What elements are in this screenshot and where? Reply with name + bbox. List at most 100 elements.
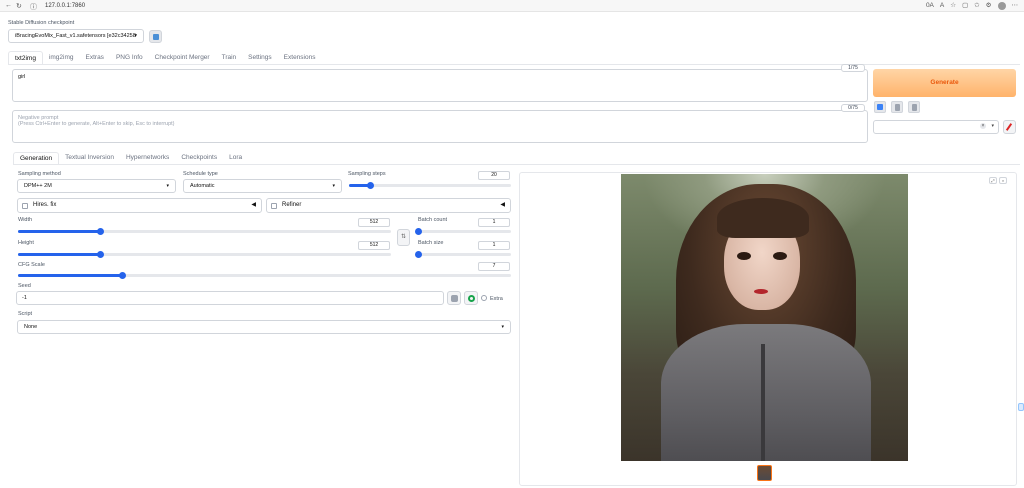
split-screen-icon[interactable]: ▢ <box>962 1 968 11</box>
generated-image[interactable] <box>621 174 908 461</box>
schedule-type-label: Schedule type <box>183 171 218 177</box>
batch-size-input[interactable]: 1 <box>478 241 510 250</box>
slider-knob[interactable] <box>118 272 126 279</box>
reuse-seed-button[interactable] <box>464 291 478 305</box>
slider-knob[interactable] <box>367 182 375 189</box>
checkpoint-select[interactable]: iBracingEvoMix_Fast_v1.safetensors [e32c… <box>8 29 144 43</box>
profile-avatar[interactable] <box>997 2 1006 10</box>
refresh-checkpoint-button[interactable] <box>149 30 162 43</box>
checkpoint-label: Stable Diffusion checkpoint <box>8 20 75 26</box>
slider-knob[interactable] <box>97 251 105 258</box>
recycle-icon <box>468 295 475 302</box>
close-icon: × <box>1001 178 1005 183</box>
chevron-down-icon: ▾ <box>501 324 504 330</box>
width-slider[interactable] <box>18 228 391 235</box>
fullscreen-button[interactable]: ⤢ <box>989 177 997 184</box>
width-input[interactable]: 512 <box>358 218 390 227</box>
tab-divider <box>8 64 1020 65</box>
arrow-icon <box>877 104 883 110</box>
styles-select[interactable]: × ▾ <box>873 120 999 134</box>
refiner-checkbox[interactable] <box>271 203 277 209</box>
prompt-token-counter: 1/75 <box>841 64 865 72</box>
slider-knob[interactable] <box>97 228 105 235</box>
reload-icon[interactable]: ↻ <box>16 2 22 10</box>
gallery-thumbnail[interactable] <box>757 465 772 481</box>
tab-img2img[interactable]: img2img <box>43 51 80 65</box>
seed-label: Seed <box>18 283 31 289</box>
cfg-scale-slider[interactable] <box>18 272 511 279</box>
info-icon[interactable]: ⓘ <box>30 2 37 12</box>
main-tabs: txt2img img2img Extras PNG Info Checkpoi… <box>8 51 321 65</box>
sampling-steps-label: Sampling steps <box>348 171 386 177</box>
seed-input[interactable]: -1 <box>16 291 444 305</box>
sampling-steps-slider[interactable] <box>349 182 511 189</box>
height-slider[interactable] <box>18 251 391 258</box>
tab-png-info[interactable]: PNG Info <box>110 51 149 65</box>
batch-count-input[interactable]: 1 <box>478 218 510 227</box>
tab-checkpoint-merger[interactable]: Checkpoint Merger <box>149 51 216 65</box>
height-input[interactable]: 512 <box>358 241 390 250</box>
back-icon[interactable]: ← <box>5 2 12 9</box>
read-aloud-icon[interactable]: A <box>940 1 944 11</box>
schedule-type-value: Automatic <box>190 183 215 189</box>
sampling-steps-input[interactable]: 20 <box>478 171 510 180</box>
menu-icon[interactable]: ⋯ <box>1012 1 1019 11</box>
subtab-divider <box>13 164 1020 165</box>
collapse-icon[interactable]: ◀ <box>500 199 505 212</box>
sampling-method-value: DPM++ 2M <box>24 183 52 189</box>
side-panel-toggle[interactable] <box>1018 403 1024 411</box>
extra-label: Extra <box>490 296 503 302</box>
schedule-type-select[interactable]: Automatic ▾ <box>183 179 342 193</box>
batch-size-slider[interactable] <box>415 251 511 258</box>
swap-dimensions-button[interactable]: ⇅ <box>397 229 410 246</box>
edit-styles-button[interactable] <box>1003 120 1016 134</box>
batch-size-label: Batch size <box>418 240 444 246</box>
prompt-input[interactable]: girl <box>12 69 868 102</box>
negative-prompt-input[interactable]: Negative prompt (Press Ctrl+Enter to gen… <box>12 110 868 143</box>
collapse-icon[interactable]: ◀ <box>251 199 256 212</box>
tab-train[interactable]: Train <box>216 51 243 65</box>
close-preview-button[interactable]: × <box>999 177 1007 184</box>
tab-extensions[interactable]: Extensions <box>278 51 322 65</box>
refiner-accordion[interactable]: Refiner ◀ <box>266 198 511 213</box>
pencil-icon <box>1005 123 1013 131</box>
address-bar[interactable]: 127.0.0.1:7860 <box>45 1 85 11</box>
read-params-button[interactable] <box>874 101 886 113</box>
tab-extras[interactable]: Extras <box>80 51 110 65</box>
chevron-down-icon: ▾ <box>332 183 335 189</box>
hires-fix-accordion[interactable]: Hires. fix ◀ <box>17 198 262 213</box>
batch-count-slider[interactable] <box>415 228 511 235</box>
slider-knob[interactable] <box>415 228 422 235</box>
negative-prompt-placeholder-hint: (Press Ctrl+Enter to generate, Alt+Enter… <box>18 121 175 127</box>
favorite-icon[interactable]: ☆ <box>950 1 956 11</box>
extra-seed-checkbox[interactable] <box>481 295 487 301</box>
trash-icon <box>895 104 900 111</box>
script-value: None <box>24 324 38 330</box>
clear-icon[interactable]: × <box>980 123 986 129</box>
cfg-scale-input[interactable]: 7 <box>478 262 510 271</box>
expand-icon: ⤢ <box>991 178 995 183</box>
zoom-indicator[interactable]: 0A <box>926 1 934 11</box>
clear-prompt-button[interactable] <box>891 101 903 113</box>
script-label: Script <box>18 311 33 317</box>
batch-count-label: Batch count <box>418 217 448 223</box>
chevron-down-icon: ▾ <box>134 33 137 39</box>
apply-styles-button[interactable] <box>908 101 920 113</box>
width-label: Width <box>18 217 33 223</box>
random-seed-button[interactable] <box>447 291 461 305</box>
chevron-down-icon: ▾ <box>166 183 169 189</box>
browser-toolbar: ← ↻ ⓘ 127.0.0.1:7860 0A A ☆ ▢ ✩ ⚙ ⋯ <box>0 0 1024 12</box>
tab-txt2img[interactable]: txt2img <box>8 51 43 65</box>
extensions-icon[interactable]: ⚙ <box>986 1 992 11</box>
sampling-method-select[interactable]: DPM++ 2M ▾ <box>17 179 176 193</box>
generate-button[interactable]: Generate <box>873 69 1016 97</box>
slider-knob[interactable] <box>415 251 422 258</box>
hires-fix-checkbox[interactable] <box>22 203 28 209</box>
script-select[interactable]: None ▾ <box>17 320 511 334</box>
sampling-method-label: Sampling method <box>18 171 61 177</box>
refresh-icon <box>153 34 159 40</box>
clipboard-icon <box>912 104 917 111</box>
swap-icon: ⇅ <box>400 234 407 240</box>
tab-settings[interactable]: Settings <box>242 51 278 65</box>
favorites-icon[interactable]: ✩ <box>974 1 979 11</box>
